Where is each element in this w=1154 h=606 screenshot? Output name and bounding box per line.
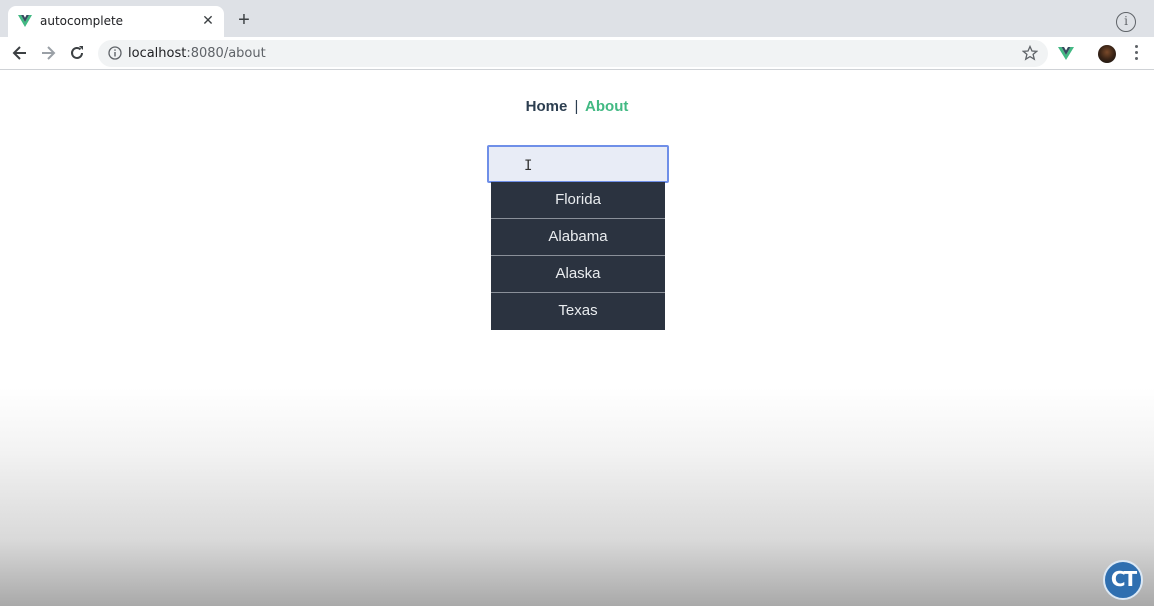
url-path: :8080/about — [186, 46, 266, 61]
profile-avatar[interactable] — [1098, 45, 1116, 63]
suggestion-item[interactable]: Alabama — [491, 219, 665, 256]
suggestion-item[interactable]: Florida — [491, 182, 665, 219]
nav-separator: | — [574, 98, 579, 115]
autocomplete-input[interactable] — [487, 145, 669, 183]
page-content: Home | About I Florida Alabama Alaska Te… — [0, 70, 1154, 606]
info-icon[interactable]: i — [1116, 12, 1136, 32]
bookmark-star-icon[interactable] — [1022, 45, 1038, 61]
browser-tabstrip: autocomplete ✕ + i — [0, 0, 1154, 37]
url-host: localhost — [128, 46, 187, 61]
channel-logo: CT — [1103, 560, 1143, 600]
back-arrow-icon[interactable] — [10, 43, 30, 63]
suggestion-item[interactable]: Texas — [491, 293, 665, 330]
site-info-icon[interactable] — [108, 46, 122, 60]
address-bar[interactable]: localhost:8080/about — [98, 40, 1048, 67]
browser-tab[interactable]: autocomplete ✕ — [8, 6, 224, 37]
url-text: localhost:8080/about — [128, 46, 266, 61]
top-nav: Home | About — [0, 98, 1154, 115]
nav-link-about[interactable]: About — [585, 98, 628, 115]
suggestion-list: Florida Alabama Alaska Texas — [491, 182, 665, 330]
forward-arrow-icon[interactable] — [38, 43, 58, 63]
tab-close-icon[interactable]: ✕ — [200, 12, 216, 28]
kebab-menu-icon[interactable] — [1132, 45, 1140, 63]
tab-title: autocomplete — [40, 14, 124, 28]
vue-devtools-icon[interactable] — [1058, 45, 1074, 61]
browser-toolbar: localhost:8080/about — [0, 37, 1154, 70]
reload-icon[interactable] — [67, 43, 87, 63]
vue-logo-icon — [18, 15, 32, 27]
new-tab-button[interactable]: + — [234, 10, 254, 30]
suggestion-item[interactable]: Alaska — [491, 256, 665, 293]
nav-link-home[interactable]: Home — [526, 98, 568, 115]
